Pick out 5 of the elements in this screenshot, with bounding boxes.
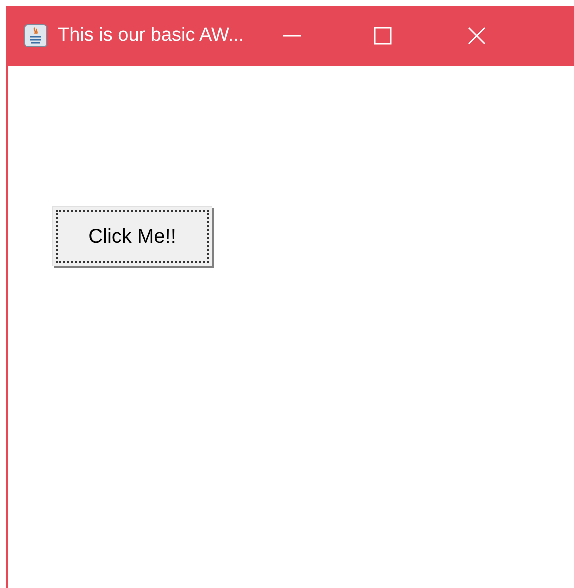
window-title: This is our basic AW... [58,24,244,48]
click-me-button[interactable]: Click Me!! [52,206,212,266]
maximize-icon[interactable] [373,26,394,46]
close-icon[interactable] [467,26,488,46]
coffee-cup-icon [24,24,48,48]
